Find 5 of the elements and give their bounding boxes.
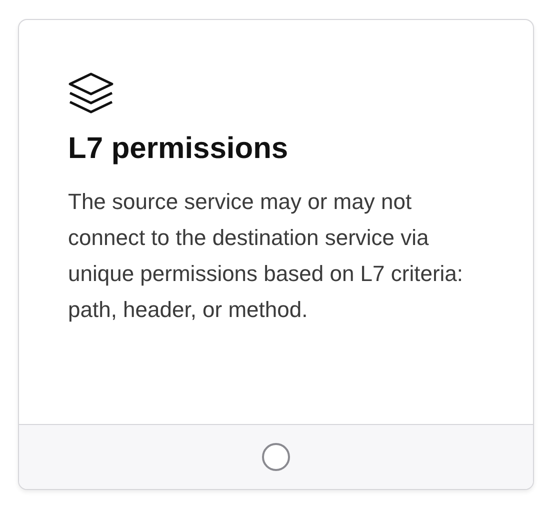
card-title: L7 permissions: [68, 132, 290, 166]
layers-icon: [68, 72, 114, 114]
radio-button[interactable]: [262, 443, 290, 471]
option-card[interactable]: L7 permissions The source service may or may not connect to the destination service via unique permissions based on L7 criteria: path, header, or method.: [18, 19, 534, 490]
card-description: The source service may or may not connect to the destination service via unique permissions based on L7 criteria: path, header, or method.: [68, 188, 464, 324]
